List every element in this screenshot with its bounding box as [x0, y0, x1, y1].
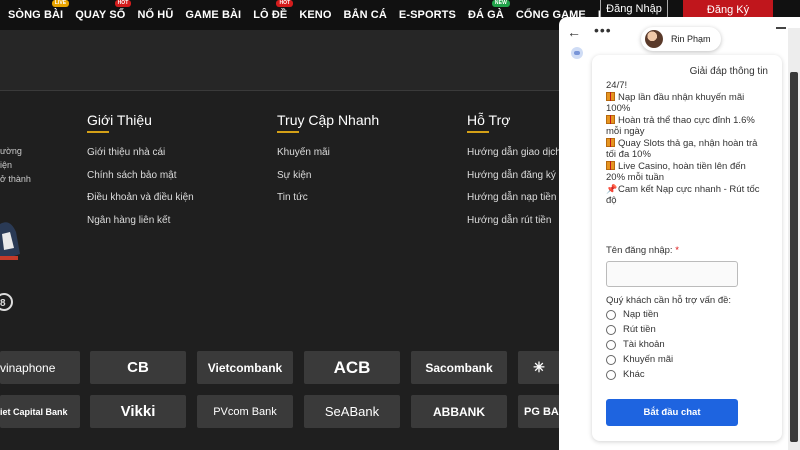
scrollbar-thumb[interactable]	[790, 72, 798, 442]
radio-button[interactable]	[606, 369, 616, 380]
gift-icon	[606, 114, 615, 124]
edge-text-1: ường	[0, 146, 22, 156]
edge-text-2: iện	[0, 160, 13, 170]
footer-link[interactable]: Hướng dẫn đăng ký	[467, 165, 561, 188]
minimize-icon[interactable]	[776, 27, 786, 29]
message-line: 24/7!	[606, 80, 628, 91]
nav-item[interactable]: NỔ HŨ	[131, 9, 179, 21]
message-line: Quay Slots thả ga, nhận hoàn trả tối đa …	[606, 137, 758, 160]
chat-header: ← ••• Rin Phạm	[559, 17, 800, 51]
nav-item[interactable]: ĐÁ GÀ NEW	[462, 0, 510, 21]
nav-item[interactable]: E-SPORTS	[393, 9, 462, 21]
nav-badge: NEW	[491, 0, 510, 7]
support-option[interactable]: Tài khoản	[606, 339, 665, 350]
radio-button[interactable]	[606, 354, 616, 365]
footer-link[interactable]: Khuyến mãi	[277, 142, 379, 165]
footer-link[interactable]: Hướng dẫn giao dịch	[467, 142, 561, 165]
pin-icon: 📌	[606, 183, 618, 194]
message-line: Hoàn trả thể thao cực đỉnh 1.6% mỗi ngày	[606, 114, 755, 137]
support-option[interactable]: Khuyến mãi	[606, 354, 673, 365]
footer-quick-title: Truy Cập Nhanh	[277, 112, 379, 133]
bank-vietcapital: iet Capital Bank	[0, 395, 80, 428]
footer-link[interactable]: Sự kiện	[277, 165, 379, 188]
radio-button[interactable]	[606, 324, 616, 335]
support-option[interactable]: Nạp tiền	[606, 309, 658, 320]
message-line: Nạp lần đầu nhận khuyến mãi 100%	[606, 91, 745, 114]
bank-acb: ACB	[304, 351, 400, 384]
footer-support-column: Hỗ Trợ Hướng dẫn giao dịch Hướng dẫn đăn…	[467, 112, 561, 232]
svg-text:8: 8	[0, 298, 6, 309]
gift-icon	[606, 137, 615, 147]
start-chat-button[interactable]: Bắt đầu chat	[606, 399, 738, 426]
edge-text-3: ở thành	[0, 174, 31, 184]
nav-item[interactable]: SÒNG BÀI LIVE	[0, 0, 70, 21]
chat-panel: ← ••• Rin Phạm Giải đáp thông tin 24/7! N…	[559, 17, 800, 450]
footer-link[interactable]: Hướng dẫn nạp tiền	[467, 187, 561, 210]
nav-item[interactable]: BẮN CÁ	[338, 9, 393, 21]
age-18-icon: 8	[0, 293, 13, 311]
footer-link[interactable]: Hướng dẫn rút tiền	[467, 210, 561, 233]
footer-link[interactable]: Tin tức	[277, 187, 379, 210]
agent-chip: Rin Phạm	[641, 27, 721, 51]
divider	[0, 90, 560, 91]
footer-link[interactable]: Điều khoản và điều kiện	[87, 187, 194, 210]
penguin-logo-icon	[0, 222, 20, 260]
username-input[interactable]	[606, 261, 738, 287]
message-body: 24/7! Nạp lần đầu nhận khuyến mãi 100% Hoà…	[606, 80, 766, 207]
nav-item[interactable]: GAME BÀI	[179, 9, 247, 21]
support-question-label: Quý khách cần hỗ trợ vấn đề:	[606, 295, 732, 306]
footer-link[interactable]: Chính sách bảo mật	[87, 165, 194, 188]
bank-vietcombank: Vietcombank	[197, 351, 293, 384]
gift-icon	[606, 160, 615, 170]
nav-item[interactable]: LÔ ĐỀ HOT	[247, 0, 294, 21]
message-line: Live Casino, hoàn tiền lên đến 20% mỗi t…	[606, 160, 746, 183]
bank-cb: CB	[90, 351, 186, 384]
footer-quick-column: Truy Cập Nhanh Khuyến mãi Sự kiện Tin tứ…	[277, 112, 379, 210]
gift-icon	[606, 91, 615, 101]
bank-pvcombank: PVcom Bank	[197, 395, 293, 428]
bank-sacombank: Sacombank	[411, 351, 507, 384]
message-title: Giải đáp thông tin	[689, 66, 768, 77]
nav-badge: HOT	[114, 0, 132, 7]
banner-strip	[0, 30, 560, 90]
back-arrow-icon[interactable]: ←	[567, 24, 581, 40]
footer-intro-title: Giới Thiệu	[87, 112, 194, 133]
bank-pg: PG BA	[518, 395, 560, 428]
nav-item[interactable]: KENO	[293, 9, 337, 21]
footer-intro-column: Giới Thiệu Giới thiệu nhà cái Chính sách…	[87, 112, 194, 232]
agent-name: Rin Phạm	[671, 34, 711, 44]
bank-abbank: ABBANK	[411, 395, 507, 428]
footer-link[interactable]: Giới thiệu nhà cái	[87, 142, 194, 165]
more-options-icon[interactable]: •••	[594, 22, 612, 38]
footer-support-title: Hỗ Trợ	[467, 112, 561, 133]
footer-link[interactable]: Ngân hàng liên kết	[87, 210, 194, 233]
bank-partial-logo: ✳	[518, 351, 560, 384]
bot-avatar-icon	[571, 47, 583, 59]
bank-vinaphone: vinaphone	[0, 351, 80, 384]
support-option[interactable]: Rút tiền	[606, 324, 656, 335]
username-label: Tên đăng nhập: *	[606, 245, 679, 256]
avatar	[645, 30, 663, 48]
support-option[interactable]: Khác	[606, 369, 645, 380]
bank-vikki: Vikki	[90, 395, 186, 428]
nav-badge: LIVE	[51, 0, 70, 7]
radio-button[interactable]	[606, 309, 616, 320]
chat-message-card: Giải đáp thông tin 24/7! Nạp lần đầu nhận…	[592, 55, 782, 441]
message-line: 📌Cam kết Nạp cực nhanh - Rút tốc độ	[606, 183, 760, 207]
nav-badge: HOT	[276, 0, 294, 7]
nav-item[interactable]: QUAY SỐ HOT	[69, 0, 132, 21]
bank-seabank: SeABank	[304, 395, 400, 428]
radio-button[interactable]	[606, 339, 616, 350]
